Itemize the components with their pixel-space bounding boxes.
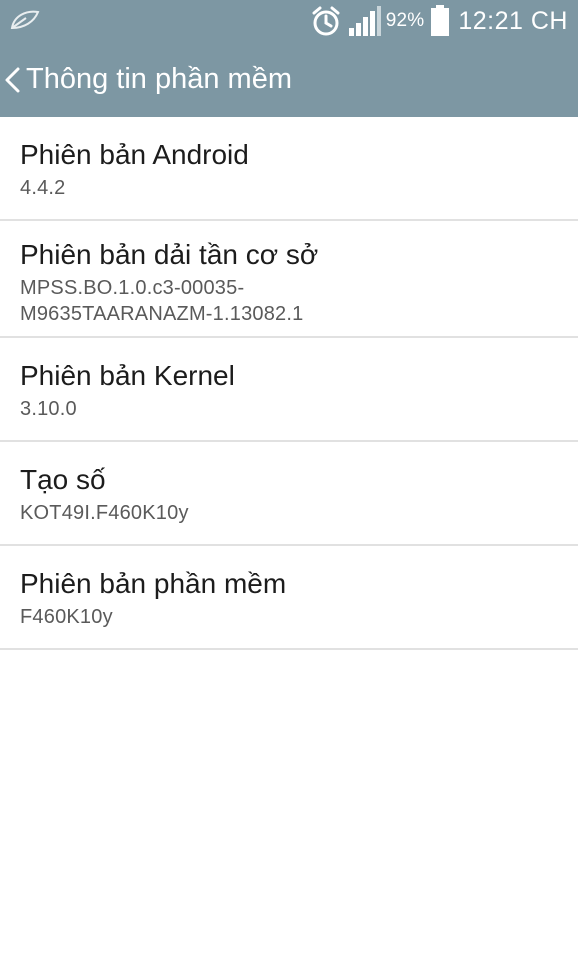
list-item-value: MPSS.BO.1.0.c3-00035- M9635TAARANAZM-1.1… <box>20 277 304 325</box>
battery-percent: 92% <box>385 10 425 31</box>
battery-icon <box>430 5 450 37</box>
top-bar: 92% 12:21 CH Thông tin phần mềm <box>0 0 578 117</box>
list-item-title: Phiên bản Android <box>20 139 249 170</box>
status-bar: 92% 12:21 CH <box>0 0 578 42</box>
list-item-android-version[interactable]: Phiên bản Android 4.4.2 <box>0 117 578 221</box>
list-item-value: KOT49I.F460K10y <box>20 502 189 524</box>
list-item-software-version[interactable]: Phiên bản phần mềm F460K10y <box>0 546 578 650</box>
action-bar: Thông tin phần mềm <box>0 42 578 117</box>
list-item-build-number[interactable]: Tạo số KOT49I.F460K10y <box>0 442 578 546</box>
list-item-value: F460K10y <box>20 606 113 628</box>
chevron-left-icon[interactable] <box>2 65 24 95</box>
alarm-clock-icon <box>310 5 342 37</box>
leaf-icon <box>8 8 40 32</box>
list-item-title: Phiên bản Kernel <box>20 360 235 391</box>
list-item-title: Phiên bản dải tần cơ sở <box>20 239 319 270</box>
list-item-title: Tạo số <box>20 464 106 495</box>
list-item-baseband-version[interactable]: Phiên bản dải tần cơ sở MPSS.BO.1.0.c3-0… <box>0 221 578 338</box>
list-item-title: Phiên bản phần mềm <box>20 568 287 599</box>
list-item-kernel-version[interactable]: Phiên bản Kernel 3.10.0 <box>0 338 578 442</box>
status-icons: 92% 12:21 CH <box>310 4 568 38</box>
list-item-value: 3.10.0 <box>20 398 77 420</box>
software-info-list: Phiên bản Android 4.4.2 Phiên bản dải tầ… <box>0 117 578 650</box>
status-clock: 12:21 CH <box>458 6 568 35</box>
signal-bars-icon <box>348 6 382 36</box>
list-item-value: 4.4.2 <box>20 177 66 199</box>
page-title[interactable]: Thông tin phần mềm <box>26 63 292 96</box>
